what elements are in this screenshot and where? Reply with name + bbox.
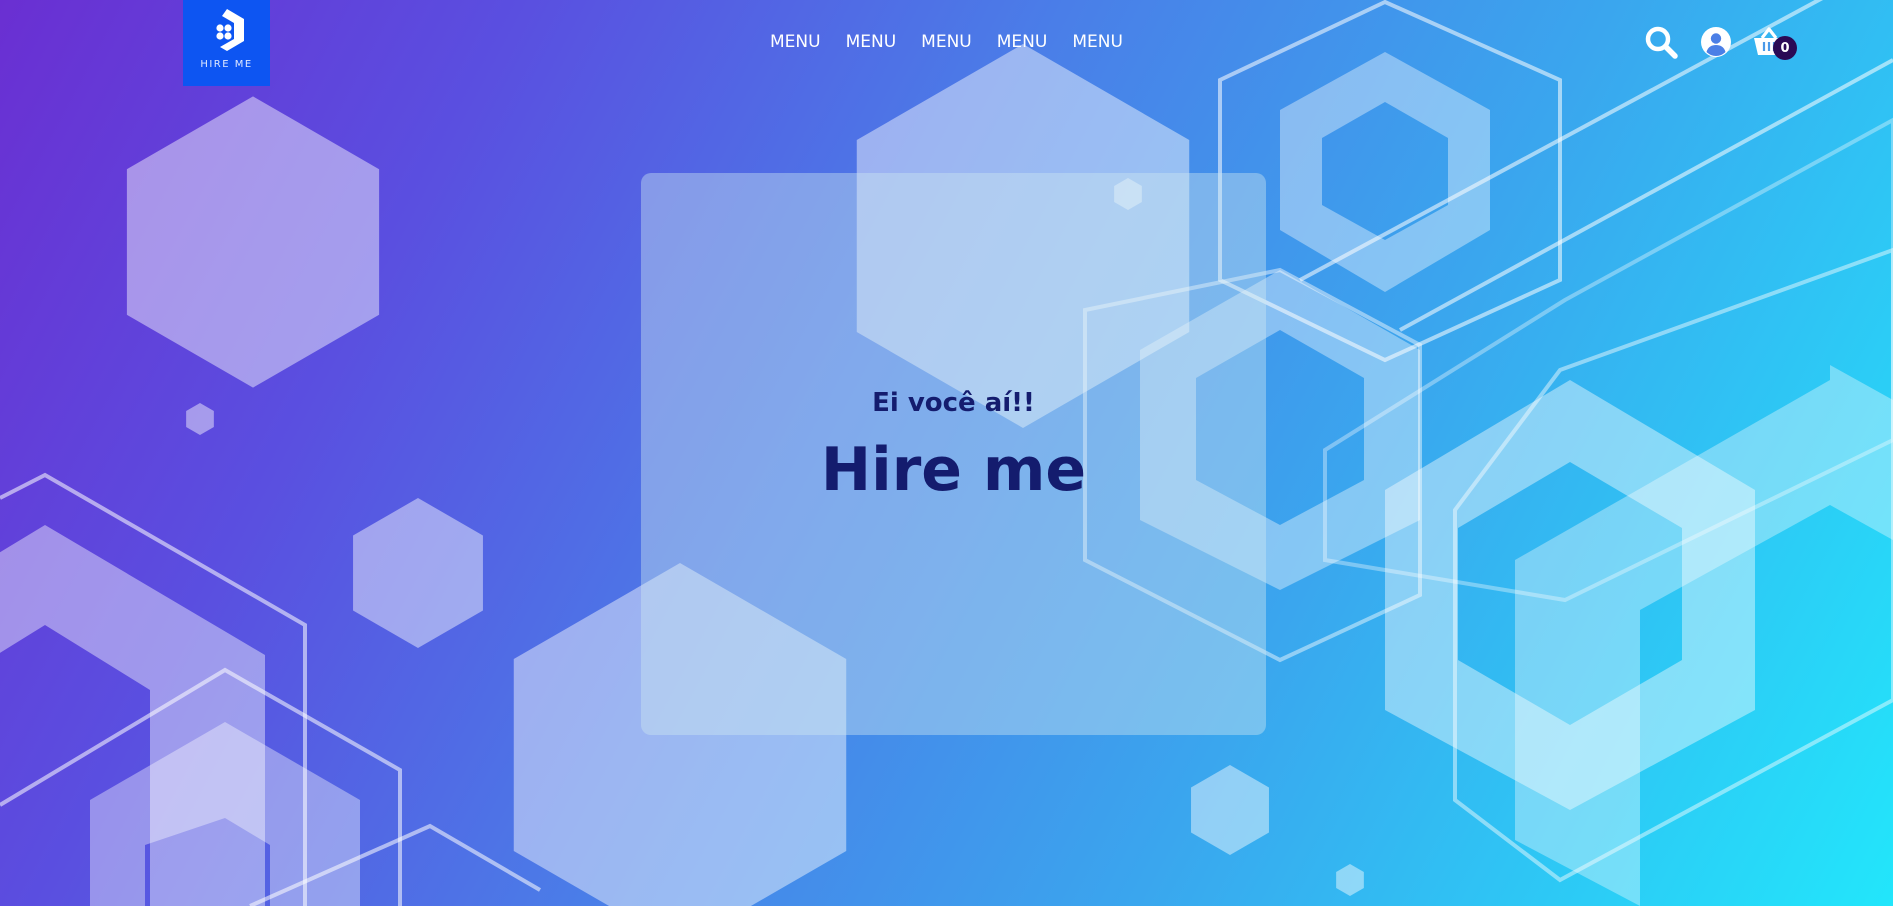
brand-logo[interactable]: HIRE ME bbox=[183, 0, 270, 86]
main-nav: MENU MENU MENU MENU MENU bbox=[770, 28, 1148, 56]
hero-subtitle: Ei você aí!! bbox=[872, 388, 1035, 418]
hexagon-logo-icon bbox=[215, 9, 244, 51]
cart-count-badge: 0 bbox=[1773, 36, 1797, 60]
nav-item-menu-4[interactable]: MENU bbox=[997, 28, 1048, 56]
user-circle-icon bbox=[1701, 27, 1731, 57]
site-header: HIRE ME MENU MENU MENU MENU MENU 0 bbox=[0, 0, 1893, 86]
hero-title: Hire me bbox=[820, 435, 1087, 505]
search-icon bbox=[1645, 26, 1678, 59]
nav-item-menu-3[interactable]: MENU bbox=[921, 28, 972, 56]
nav-item-menu-2[interactable]: MENU bbox=[846, 28, 897, 56]
logo-text: HIRE ME bbox=[200, 59, 253, 70]
nav-item-menu-5[interactable]: MENU bbox=[1072, 28, 1123, 56]
search-button[interactable] bbox=[1643, 24, 1679, 60]
account-button[interactable] bbox=[1698, 24, 1734, 60]
nav-item-menu-1[interactable]: MENU bbox=[770, 28, 821, 56]
hero-card: Ei você aí!! Hire me bbox=[641, 173, 1266, 735]
